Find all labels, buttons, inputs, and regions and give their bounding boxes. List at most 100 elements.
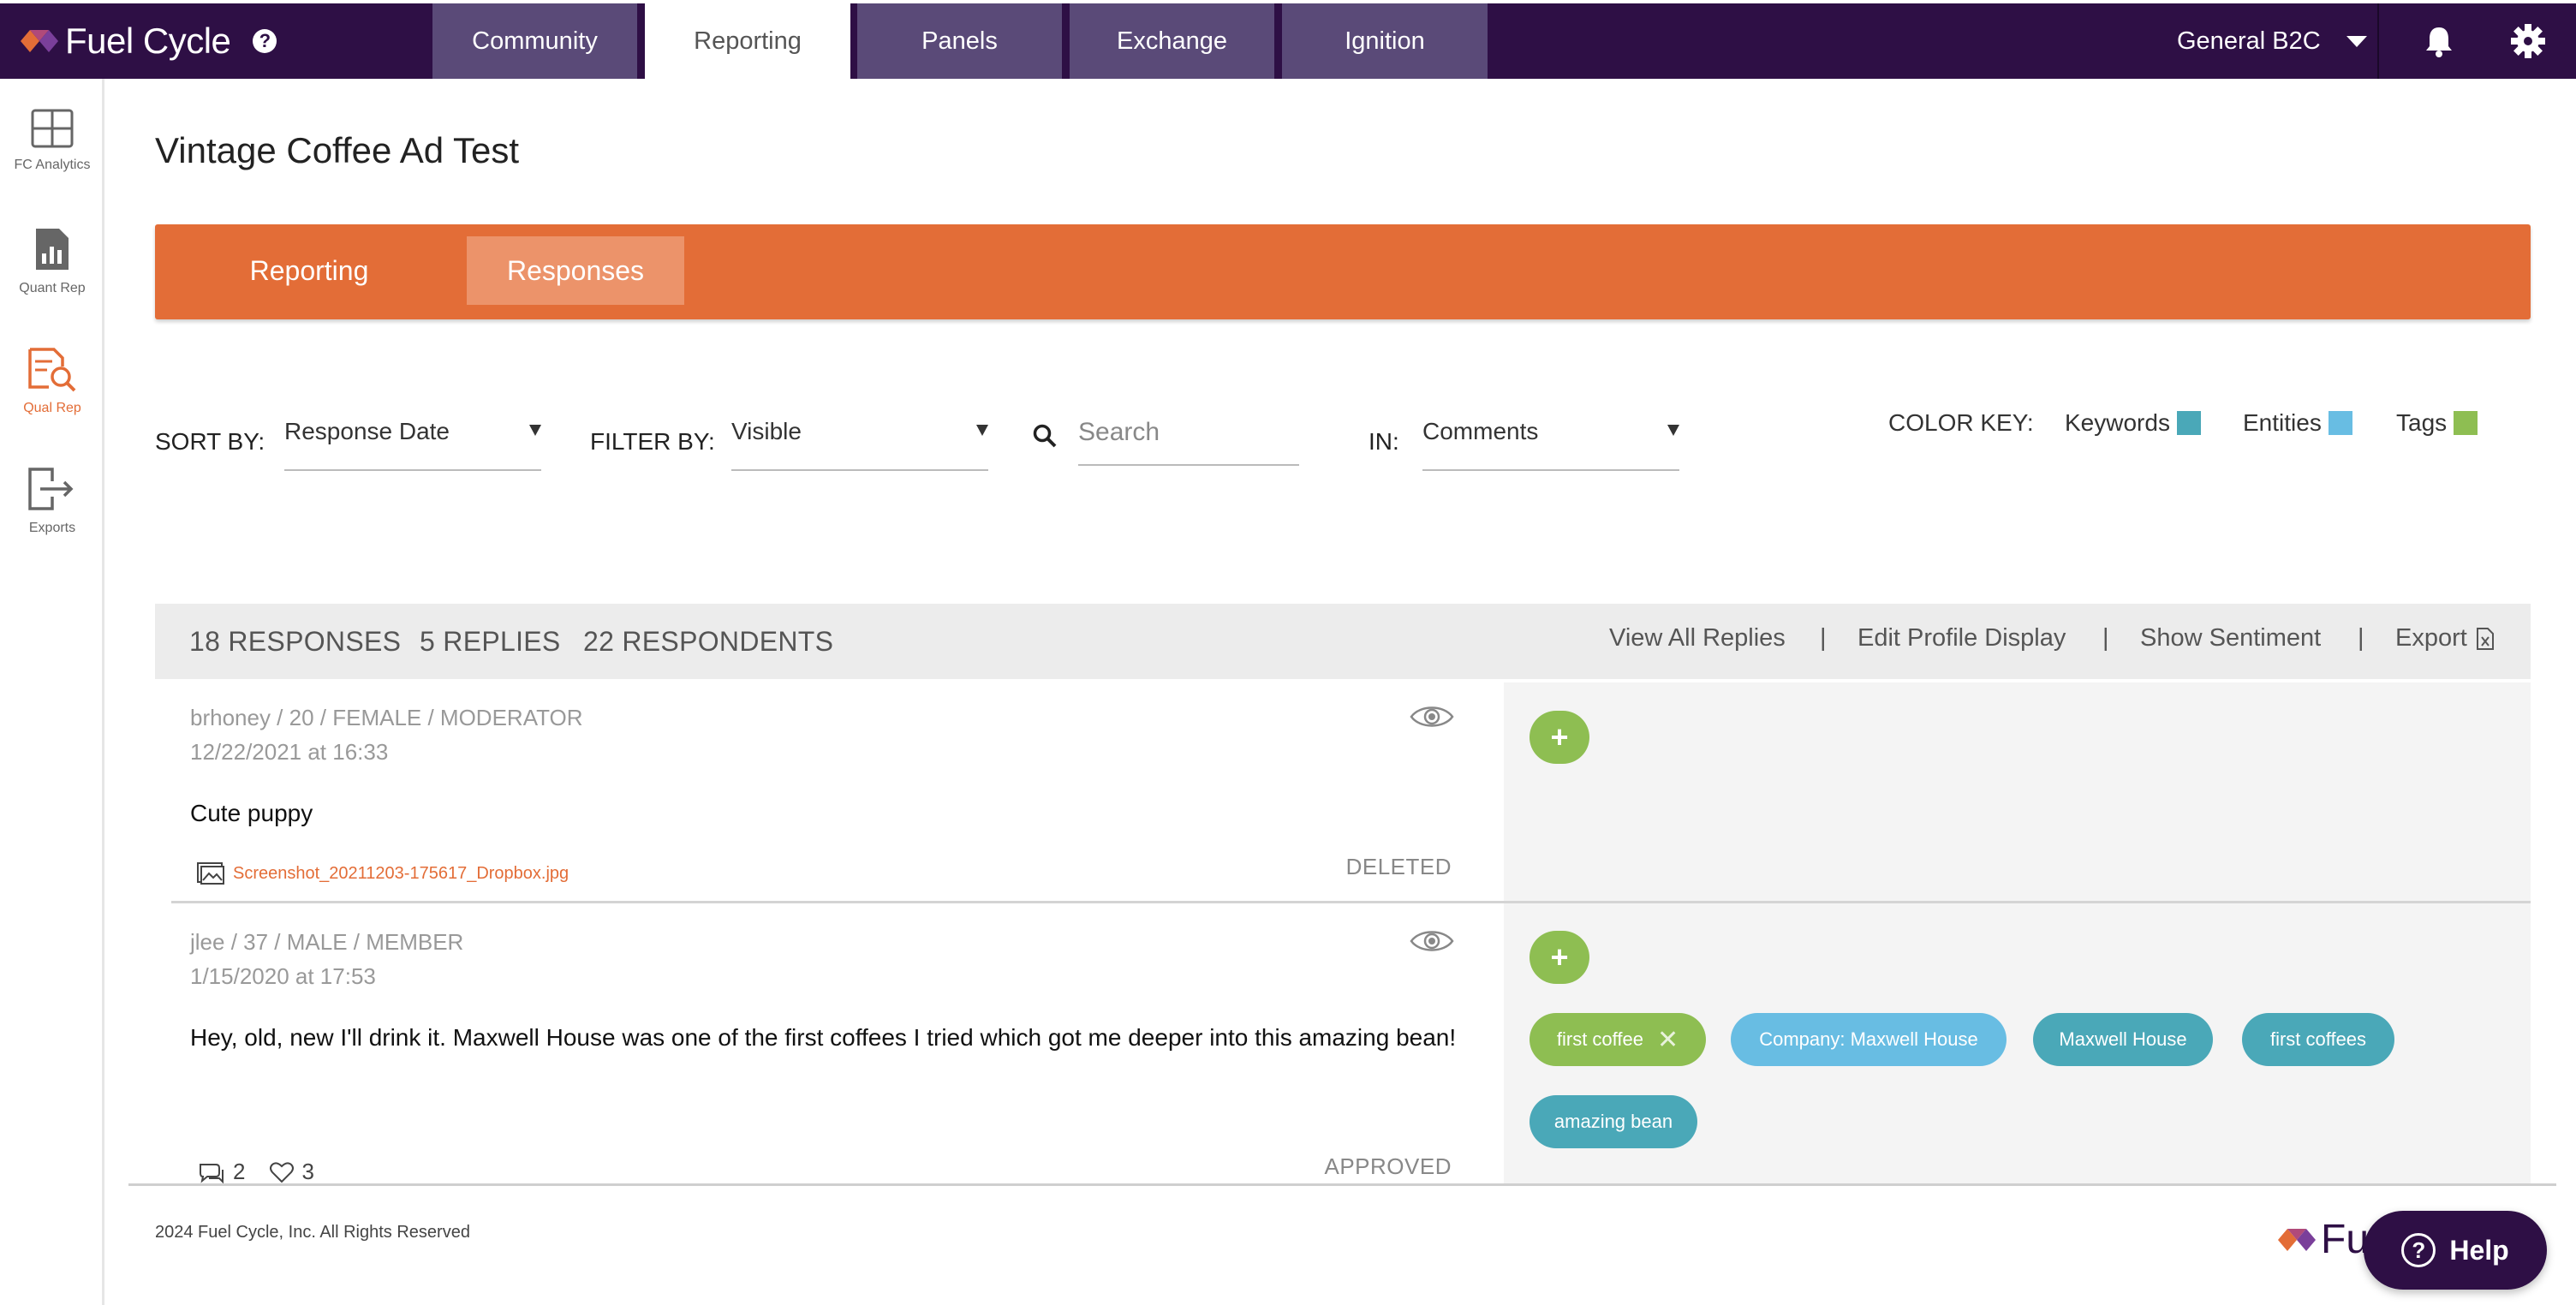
tenant-name: General B2C [2177,27,2321,55]
sidebar-item-fc-analytics[interactable]: FC Analytics [0,108,104,173]
nav-tab-reporting[interactable]: Reporting [645,3,850,79]
bell-icon[interactable] [2420,22,2458,60]
search-in-value: Comments [1422,418,1539,444]
response-tags-panel: + [1504,682,2531,901]
show-sentiment-link[interactable]: Show Sentiment [2140,624,2321,652]
page-title: Vintage Coffee Ad Test [155,130,520,170]
top-navigation-bar: Fuel Cycle ? Community Reporting Panels … [0,3,2576,79]
sidebar-item-label: Qual Rep [23,401,81,415]
bar-chart-document-icon [36,229,69,270]
filter-by-select[interactable]: Visible [731,418,988,471]
comments-icon[interactable] [197,1161,226,1183]
response-item: brhoney / 20 / FEMALE / MODERATOR 12/22/… [171,679,1503,901]
attachment-filename: Screenshot_20211203-175617_Dropbox.jpg [233,863,569,883]
action-separator: | [2102,624,2109,652]
entity-chip-label: Company: Maxwell House [1759,1028,1978,1050]
footer-logo: Fu [2278,1216,2369,1263]
color-key-tags: Tags [2396,409,2478,437]
sort-by-select[interactable]: Response Date [284,418,541,471]
keyword-chip[interactable]: first coffees [2242,1013,2394,1066]
sidebar-item-exports[interactable]: Exports [0,466,104,536]
sidebar-item-label: Exports [28,521,76,535]
tag-chip[interactable]: first coffee ✕ [1530,1013,1706,1066]
copyright-text: 2024 Fuel Cycle, Inc. All Rights Reserve… [155,1223,470,1242]
remove-tag-icon[interactable]: ✕ [1657,1025,1679,1055]
search-icon [1033,424,1057,448]
tenant-selector[interactable]: General B2C [2177,3,2367,79]
footer-logo-text: Fu [2321,1217,2370,1262]
question-icon[interactable]: ? [253,29,277,53]
dropdown-arrow-icon [1667,425,1679,436]
nav-tab-community[interactable]: Community [432,3,637,79]
search-in-select[interactable]: Comments [1422,418,1679,471]
keyword-chip-label: Maxwell House [2059,1028,2187,1050]
fuel-cycle-logo[interactable]: Fuel Cycle ? [21,21,277,61]
grid-icon [31,109,74,148]
in-label: IN: [1368,428,1399,455]
help-circle-icon: ? [2401,1233,2436,1267]
eye-icon[interactable] [1410,703,1454,730]
image-icon [197,862,224,885]
tag-chip-label: first coffee [1556,1028,1643,1050]
sidebar-item-qual-rep[interactable]: Qual Rep [0,346,104,416]
keyword-chip[interactable]: Maxwell House [2033,1013,2213,1066]
color-key-label: COLOR KEY: [1888,409,2034,436]
status-badge: DELETED [1345,854,1452,879]
heart-icon[interactable] [269,1161,295,1183]
footer-divider [128,1183,2556,1186]
help-button-label: Help [2449,1234,2509,1266]
left-sidebar: FC Analytics Quant Rep Qual Rep Exports [0,79,104,1305]
respondents-count: 22 RESPONDENTS [583,626,834,657]
color-key-item-label: Tags [2396,409,2448,436]
nav-tab-exchange[interactable]: Exchange [1070,3,1274,79]
sidebar-item-label: Quant Rep [19,281,86,295]
dropdown-arrow-icon [976,425,988,436]
topbar-divider [2377,3,2379,79]
color-key-keywords: Keywords [2065,409,2201,437]
help-button[interactable]: ? Help [2364,1211,2547,1290]
responses-count: 18 RESPONSES [189,626,402,657]
sidebar-item-quant-rep[interactable]: Quant Rep [0,226,104,296]
add-tag-button[interactable]: + [1530,711,1589,764]
search-document-icon [28,348,76,392]
edit-profile-display-link[interactable]: Edit Profile Display [1857,624,2066,652]
action-separator: | [2358,624,2364,652]
eye-icon[interactable] [1410,927,1454,955]
subtab-reporting[interactable]: Reporting [206,236,412,305]
attachment-link[interactable]: Screenshot_20211203-175617_Dropbox.jpg [197,862,569,885]
export-link[interactable]: Export [2395,624,2495,652]
search-input[interactable] [1078,416,1299,466]
search-box [1032,416,1299,468]
engagement-counts: 2 3 [197,1159,314,1185]
response-date: 12/22/2021 at 16:33 [190,739,389,765]
brand-name: Fuel Cycle [65,21,231,61]
excel-file-icon [2476,627,2494,650]
keyword-chip-label: first coffees [2269,1028,2367,1050]
respondent-profile: jlee / 37 / MALE / MEMBER [190,929,464,955]
tag-swatch [2454,411,2478,435]
sort-by-label: SORT BY: [155,428,265,455]
export-icon [28,468,74,510]
gear-icon[interactable] [2509,22,2547,60]
keyword-chip[interactable]: amazing bean [1530,1095,1697,1148]
status-badge: APPROVED [1324,1153,1452,1179]
export-link-label: Export [2395,624,2467,652]
chevron-down-icon [2346,35,2367,47]
filter-by-value: Visible [731,418,802,444]
add-tag-button[interactable]: + [1530,931,1589,984]
subtab-responses[interactable]: Responses [467,236,684,305]
fuel-cycle-logo-icon [2278,1228,2316,1251]
entity-chip[interactable]: Company: Maxwell House [1731,1013,2007,1066]
like-count: 3 [301,1159,314,1184]
response-date: 1/15/2020 at 17:53 [190,963,376,989]
comment-count: 2 [233,1159,246,1184]
color-key-entities: Entities [2243,409,2352,437]
filter-by-label: FILTER BY: [590,428,715,455]
entity-swatch [2328,411,2352,435]
nav-tab-panels[interactable]: Panels [857,3,1062,79]
response-text: Hey, old, new I'll drink it. Maxwell Hou… [190,1024,1457,1051]
report-subnav: Reporting Responses [155,224,2531,319]
color-key-item-label: Keywords [2065,409,2170,436]
view-all-replies-link[interactable]: View All Replies [1609,624,1786,652]
nav-tab-ignition[interactable]: Ignition [1282,3,1488,79]
